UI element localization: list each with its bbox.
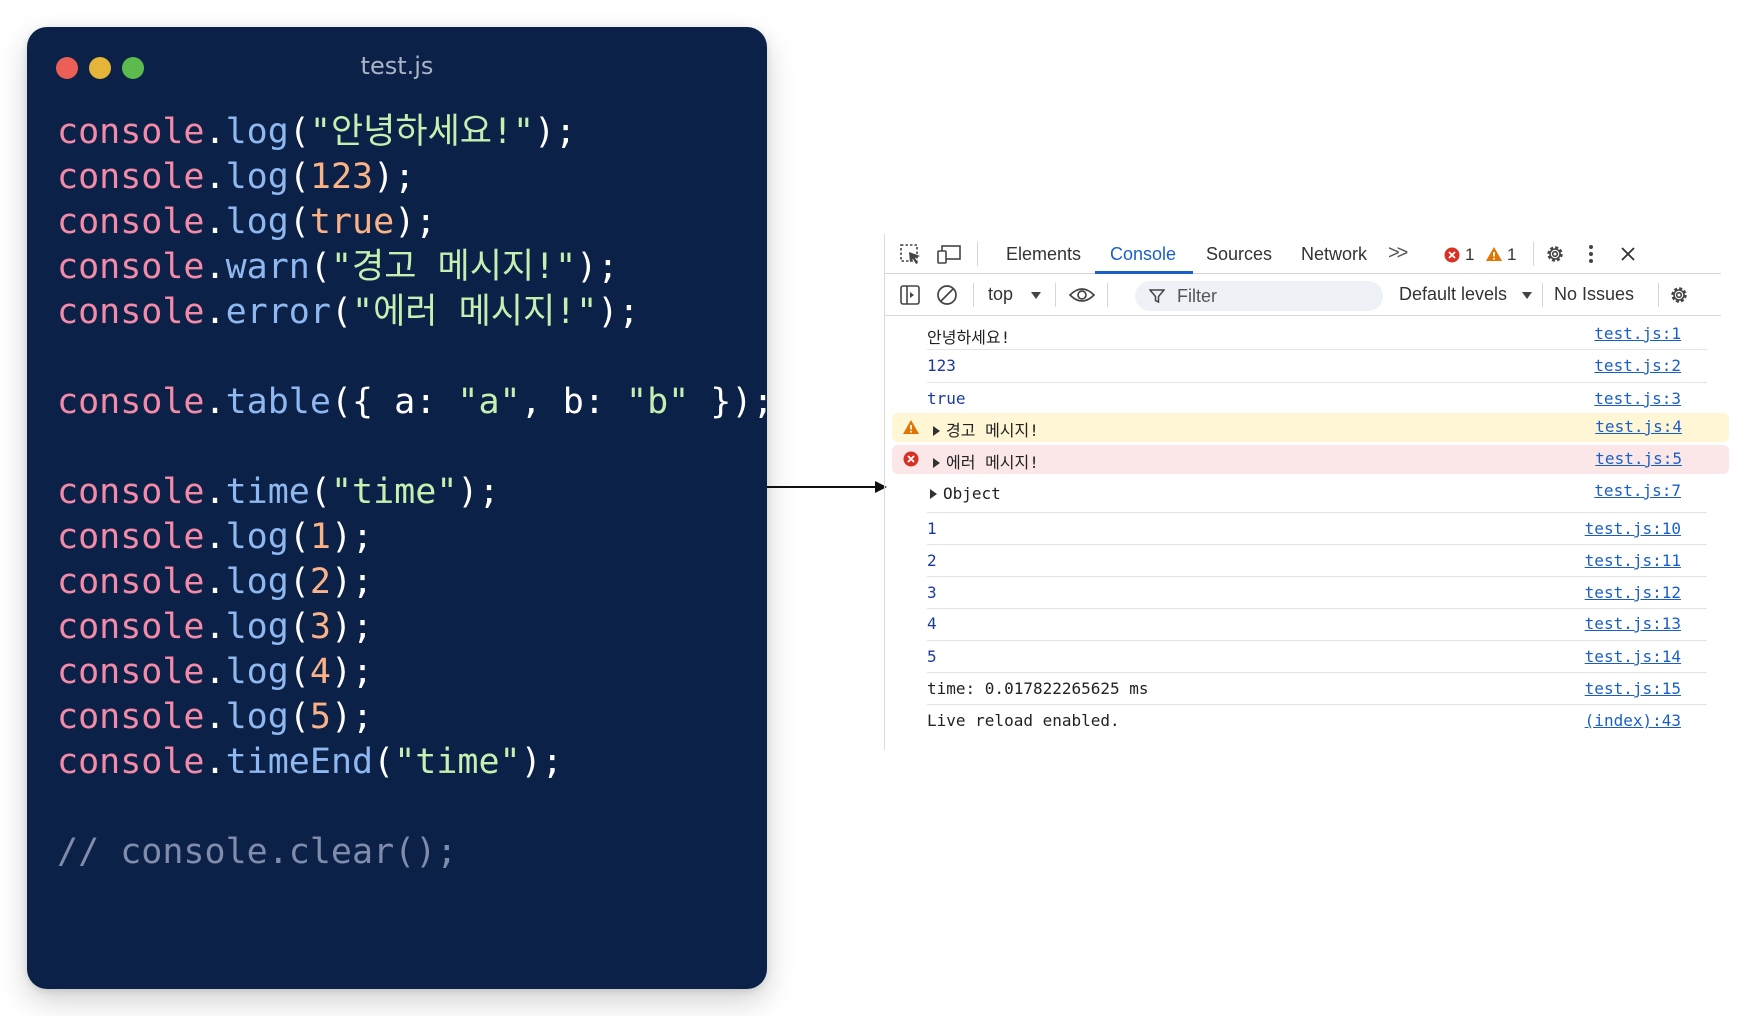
devtools-tab-bar: Elements Console Sources Network >> 1 1: [885, 234, 1721, 274]
error-count[interactable]: 1: [1465, 245, 1474, 265]
console-message: 1: [927, 519, 937, 538]
console-message: 3: [927, 583, 937, 602]
editor-filename: test.js: [360, 52, 434, 80]
console-row: 2 test.js:11: [885, 545, 1721, 577]
expand-arrow-icon[interactable]: [930, 488, 937, 499]
console-message: 에러 메시지!: [946, 453, 1039, 472]
tab-network[interactable]: Network: [1301, 244, 1367, 265]
source-link[interactable]: test.js:13: [1585, 614, 1681, 633]
toolbar-separator: [1542, 283, 1543, 307]
console-message: Object: [943, 484, 1001, 503]
context-selector[interactable]: top: [988, 284, 1013, 305]
tab-separator: [1533, 242, 1534, 266]
source-link[interactable]: (index):43: [1585, 711, 1681, 730]
live-expression-eye-icon[interactable]: [1069, 286, 1095, 304]
source-link[interactable]: test.js:1: [1594, 324, 1681, 343]
toolbar-separator: [973, 283, 974, 307]
device-toolbar-icon[interactable]: [937, 243, 963, 265]
clear-console-icon[interactable]: [936, 284, 958, 306]
issues-button[interactable]: No Issues: [1554, 284, 1634, 305]
console-error-row: 에러 메시지! test.js:5: [892, 445, 1729, 474]
inspect-element-icon[interactable]: [899, 243, 923, 265]
code-line-10: console.log(1);: [57, 517, 374, 557]
expand-toggle[interactable]: 경고 메시지!: [933, 417, 1039, 441]
source-link[interactable]: test.js:7: [1594, 481, 1681, 500]
tab-console[interactable]: Console: [1110, 244, 1176, 265]
code-line-13: console.log(4);: [57, 652, 374, 692]
console-row: time: 0.017822265625 ms test.js:15: [885, 673, 1721, 705]
source-link[interactable]: test.js:11: [1585, 551, 1681, 570]
code-line-3: console.log(true);: [57, 202, 437, 242]
console-message: 123: [927, 356, 956, 375]
warning-count-icon[interactable]: [1485, 246, 1503, 262]
error-icon: [903, 451, 919, 467]
code-line-7: console.table({ a: "a", b: "b" });: [57, 382, 774, 422]
source-link[interactable]: test.js:5: [1595, 449, 1682, 468]
console-message: 경고 메시지!: [946, 421, 1039, 440]
toolbar-separator: [1107, 283, 1108, 307]
console-message: time: 0.017822265625 ms: [927, 679, 1149, 698]
expand-toggle[interactable]: 에러 메시지!: [933, 449, 1039, 473]
code-line-14: console.log(5);: [57, 697, 374, 737]
filter-input[interactable]: Filter: [1135, 281, 1383, 311]
tab-sources[interactable]: Sources: [1206, 244, 1272, 265]
console-row: 4 test.js:13: [885, 609, 1721, 641]
console-message: 4: [927, 614, 937, 633]
code-line-4: console.warn("경고 메시지!");: [57, 247, 619, 287]
tab-separator: [977, 242, 978, 266]
source-link[interactable]: test.js:2: [1594, 356, 1681, 375]
devtools-panel: Elements Console Sources Network >> 1 1: [884, 234, 1729, 750]
arrow-line: [767, 486, 877, 488]
more-options-icon[interactable]: [1588, 244, 1594, 264]
warning-count[interactable]: 1: [1507, 245, 1516, 265]
code-line-2: console.log(123);: [57, 157, 416, 197]
console-row: 안녕하세요! test.js:1: [885, 317, 1721, 349]
expand-arrow-icon[interactable]: [933, 425, 940, 436]
code-line-11: console.log(2);: [57, 562, 374, 602]
console-warning-row: 경고 메시지! test.js:4: [892, 413, 1729, 442]
source-link[interactable]: test.js:12: [1585, 583, 1681, 602]
console-row: Live reload enabled. (index):43: [885, 705, 1721, 737]
console-row: 1 test.js:10: [885, 513, 1721, 545]
console-row: 3 test.js:12: [885, 577, 1721, 609]
console-message: 2: [927, 551, 937, 570]
chevron-down-icon[interactable]: [1521, 291, 1533, 300]
console-message: true: [927, 389, 966, 408]
more-tabs-chevron-icon[interactable]: >>: [1388, 242, 1408, 265]
console-message: 안녕하세요!: [927, 328, 1011, 347]
code-line-15: console.timeEnd("time");: [57, 742, 563, 782]
code-line-5: console.error("에러 메시지!");: [57, 292, 640, 332]
filter-placeholder: Filter: [1177, 286, 1217, 306]
chevron-down-icon[interactable]: [1030, 291, 1042, 300]
toolbar-separator: [1055, 283, 1056, 307]
console-row: Object test.js:7: [885, 477, 1721, 511]
settings-gear-icon[interactable]: [1544, 243, 1566, 265]
console-toolbar: top Filter Default levels No Issues: [885, 274, 1721, 316]
source-link[interactable]: test.js:10: [1585, 519, 1681, 538]
filter-funnel-icon: [1149, 288, 1165, 304]
console-settings-gear-icon[interactable]: [1668, 284, 1690, 306]
source-link[interactable]: test.js:3: [1594, 389, 1681, 408]
source-link[interactable]: test.js:4: [1595, 417, 1682, 436]
log-levels-dropdown[interactable]: Default levels: [1399, 284, 1507, 305]
close-devtools-icon[interactable]: [1620, 246, 1636, 262]
code-line-9: console.time("time");: [57, 472, 500, 512]
console-row: true test.js:3: [885, 383, 1721, 413]
console-message: 5: [927, 647, 937, 666]
code-line-1: console.log("안녕하세요!");: [57, 112, 577, 152]
source-link[interactable]: test.js:15: [1585, 679, 1681, 698]
error-count-icon[interactable]: [1444, 247, 1460, 263]
console-row: 123 test.js:2: [885, 350, 1721, 382]
toolbar-separator: [1658, 283, 1659, 307]
warning-icon: [902, 419, 920, 435]
console-message: Live reload enabled.: [927, 711, 1120, 730]
sidebar-toggle-icon[interactable]: [899, 284, 921, 306]
expand-toggle[interactable]: Object: [930, 484, 1001, 503]
tab-elements[interactable]: Elements: [1006, 244, 1081, 265]
source-link[interactable]: test.js:14: [1585, 647, 1681, 666]
code-line-comment: // console.clear();: [57, 832, 458, 872]
code-line-12: console.log(3);: [57, 607, 374, 647]
expand-arrow-icon[interactable]: [933, 457, 940, 468]
console-row: 5 test.js:14: [885, 641, 1721, 673]
